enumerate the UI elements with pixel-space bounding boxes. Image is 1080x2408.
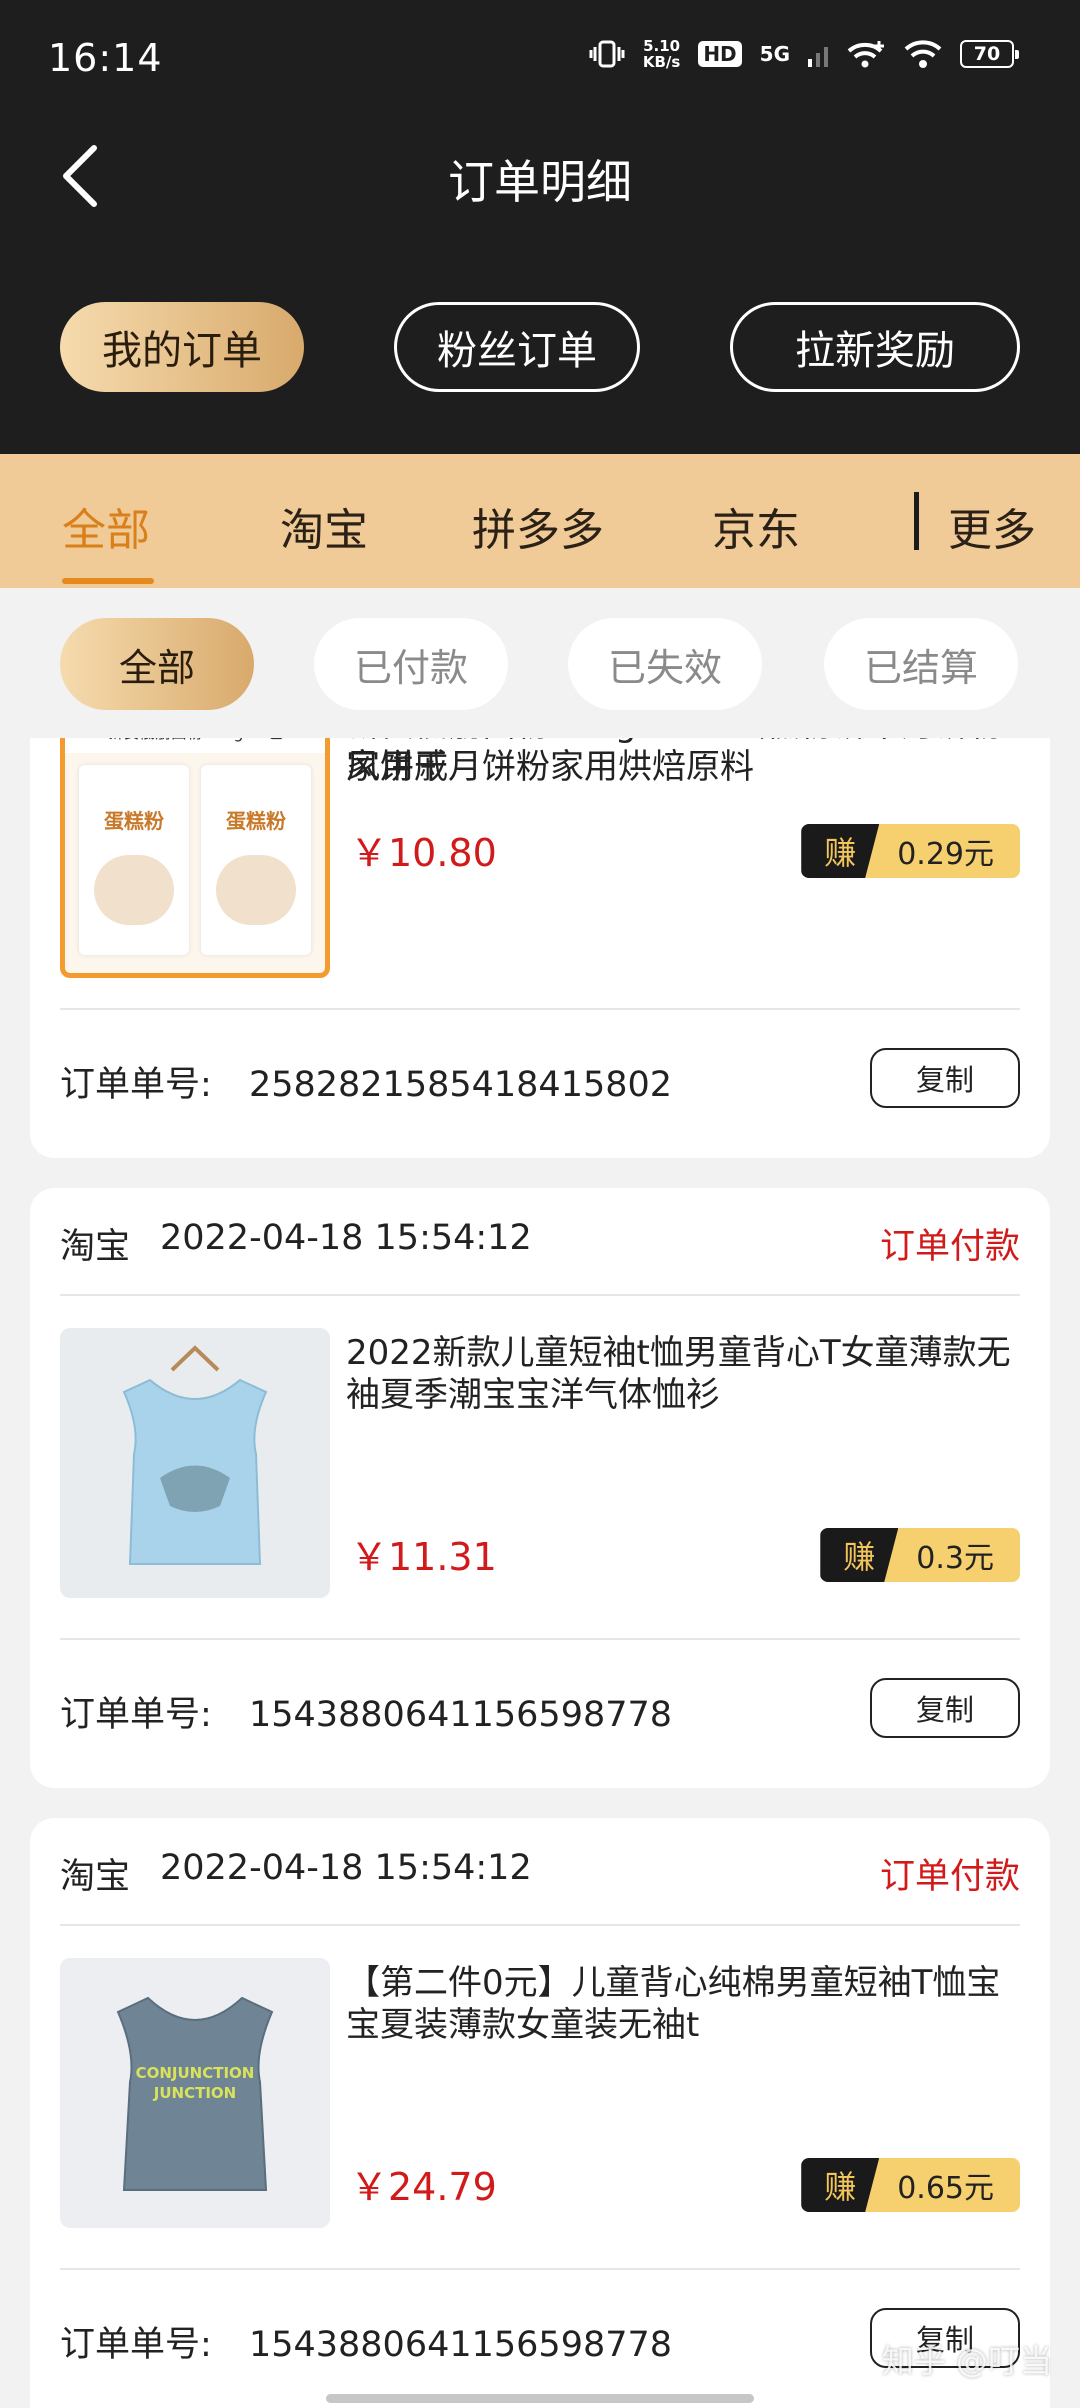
product-price: ￥10.80 xyxy=(350,831,497,875)
earn-badge: 赚 0.65元 xyxy=(801,2158,1020,2212)
flour-bag-image: 蛋糕粉 xyxy=(201,765,311,955)
speed-value: 5.10 xyxy=(643,37,681,55)
speed-unit: KB/s xyxy=(642,53,681,71)
chip-paid[interactable]: 已付款 xyxy=(314,618,508,710)
divider xyxy=(60,2268,1020,2270)
product-name[interactable]: 2022新款儿童短袖t恤男童背心T女童薄款无袖夏季潮宝宝洋气体恤衫 xyxy=(346,1332,1020,1416)
copy-button[interactable]: 复制 xyxy=(870,1678,1020,1738)
page-title: 订单明细 xyxy=(448,155,632,209)
product-thumbnail[interactable]: 新良低筋面粉500g×2包 蛋糕粉 蛋糕粉 xyxy=(60,738,330,978)
earn-badge: 赚 0.29元 xyxy=(801,824,1020,878)
earn-amount: 0.65元 xyxy=(865,2158,1020,2212)
order-card-header: 淘宝 2022-04-18 15:54:12 订单付款 xyxy=(60,1218,1020,1267)
segment-my-orders[interactable]: 我的订单 xyxy=(60,302,304,392)
signal-icon xyxy=(808,47,828,67)
product-price: ￥24.79 xyxy=(350,2165,497,2209)
watermark: 知乎 @叮当 xyxy=(881,2342,1052,2380)
earn-amount: 0.29元 xyxy=(865,824,1020,878)
order-number-label: 订单单号: xyxy=(60,1695,212,1735)
bag-label: 蛋糕粉 xyxy=(226,809,286,833)
wifi-icon xyxy=(904,40,942,68)
order-number-row: 订单单号: 1543880641156598778 xyxy=(60,1686,672,1737)
divider xyxy=(60,1924,1020,1926)
segment-fan-orders[interactable]: 粉丝订单 xyxy=(394,302,640,392)
order-platform: 淘宝 xyxy=(60,1227,131,1267)
order-status: 订单付款 xyxy=(879,1227,1020,1267)
hd-icon: HD xyxy=(698,41,742,67)
bag-picture xyxy=(216,855,296,925)
bag-label: 蛋糕粉 xyxy=(104,809,164,833)
shirt-print-text: JUNCTION xyxy=(153,2084,236,2102)
divider xyxy=(60,1638,1020,1640)
chip-settled[interactable]: 已结算 xyxy=(824,618,1018,710)
order-card: 淘宝 2022-04-18 15:54:12 订单付款 CONJUNCTION … xyxy=(30,1818,1050,2408)
segment-referral-rewards[interactable]: 拉新奖励 xyxy=(730,302,1020,392)
order-number-label: 订单单号: xyxy=(60,1065,212,1105)
product-thumbnail[interactable]: CONJUNCTION JUNCTION xyxy=(60,1958,330,2228)
chip-invalid[interactable]: 已失效 xyxy=(568,618,762,710)
battery-icon: 70 xyxy=(960,40,1019,68)
product-price: ￥11.31 xyxy=(350,1535,497,1579)
order-status: 订单付款 xyxy=(879,1857,1020,1897)
tab-all[interactable]: 全部 xyxy=(62,494,150,558)
tab-jd[interactable]: 京东 xyxy=(712,494,800,558)
network-speed: 5.10 KB/s xyxy=(643,38,680,70)
status-icons: 5.10 KB/s HD 5G 70 xyxy=(589,38,1019,70)
order-card: 新良低筋面粉500g×2包 蛋糕粉 蛋糕粉 新良低筋面粉500g×2包 蛋糕粉饼… xyxy=(30,738,1050,1158)
divider xyxy=(60,1294,1020,1296)
tank-top-blue-image xyxy=(122,1345,268,1565)
platform-tab-bar: 全部 淘宝 拼多多 京东 更多 xyxy=(0,454,1080,588)
product-name[interactable]: 【第二件0元】儿童背心纯棉男童短袖T恤宝宝夏装薄款女童装无袖t xyxy=(346,1962,1020,2046)
order-datetime: 2022-04-18 15:54:12 xyxy=(160,1218,532,1258)
order-platform: 淘宝 xyxy=(60,1857,131,1897)
product-name-line2[interactable]: 风饼干月饼粉家用烘焙原料 xyxy=(346,746,1020,788)
tab-pinduoduo[interactable]: 拼多多 xyxy=(472,494,604,558)
vibrate-icon xyxy=(589,40,625,68)
product-thumbnail[interactable] xyxy=(60,1328,330,1598)
earn-amount: 0.3元 xyxy=(884,1528,1020,1582)
thumb-caption: 新良低筋面粉500g×2包 xyxy=(65,738,325,753)
network-5g-label: 5G xyxy=(759,42,790,66)
home-indicator[interactable] xyxy=(326,2394,754,2403)
tab-more[interactable]: 更多 xyxy=(948,494,1036,558)
order-datetime: 2022-04-18 15:54:12 xyxy=(160,1848,532,1888)
clock: 16:14 xyxy=(48,36,163,80)
order-card-header: 淘宝 2022-04-18 15:54:12 订单付款 xyxy=(60,1848,1020,1897)
copy-button[interactable]: 复制 xyxy=(870,1048,1020,1108)
chip-all[interactable]: 全部 xyxy=(60,618,254,710)
order-number-row: 订单单号: 1543880641156598778 xyxy=(60,2316,672,2367)
status-bar: 16:14 5.10 KB/s HD 5G 70 xyxy=(0,0,1080,120)
order-number: 1543880641156598778 xyxy=(248,2325,673,2365)
bag-picture xyxy=(94,855,174,925)
order-list[interactable]: 新良低筋面粉500g×2包 蛋糕粉 蛋糕粉 新良低筋面粉500g×2包 蛋糕粉饼… xyxy=(0,738,1080,2408)
order-number-row: 订单单号: 2582821585418415802 xyxy=(60,1056,672,1107)
shirt-print-text: CONJUNCTION xyxy=(136,2064,255,2082)
tab-taobao[interactable]: 淘宝 xyxy=(280,494,368,558)
earn-badge: 赚 0.3元 xyxy=(820,1528,1020,1582)
tab-divider xyxy=(914,492,919,550)
active-tab-indicator xyxy=(62,578,154,584)
header-area: 16:14 5.10 KB/s HD 5G 70 订单明细 我的订单 粉丝订单 … xyxy=(0,0,1080,454)
flour-bag-image: 蛋糕粉 xyxy=(79,765,189,955)
order-number: 1543880641156598778 xyxy=(248,1695,673,1735)
order-number: 2582821585418415802 xyxy=(248,1065,673,1105)
divider xyxy=(60,1008,1020,1010)
wifi-call-icon xyxy=(847,41,884,68)
tank-top-grey-image: CONJUNCTION JUNCTION xyxy=(116,1996,274,2191)
order-card: 淘宝 2022-04-18 15:54:12 订单付款 2022新款儿童短袖t恤… xyxy=(30,1188,1050,1788)
order-number-label: 订单单号: xyxy=(60,2325,212,2365)
